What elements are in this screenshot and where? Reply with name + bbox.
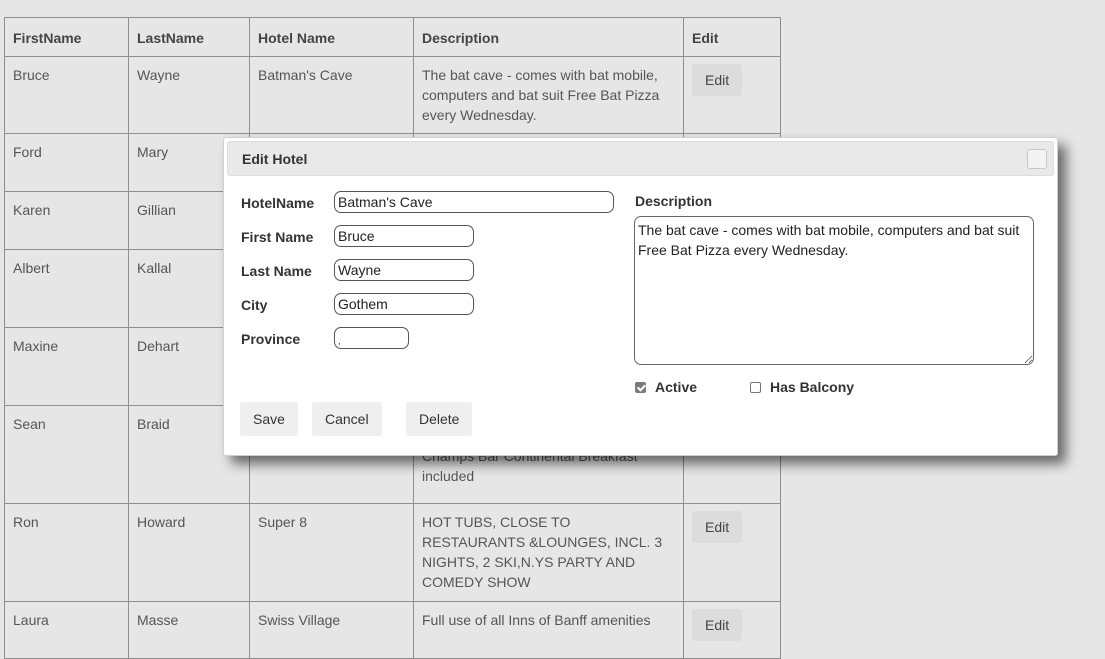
cell-hotel-name: Super 8 <box>249 503 414 602</box>
cell-firstname: Ron <box>4 503 129 602</box>
edit-button[interactable]: Edit <box>692 609 743 641</box>
table-row: Ron Howard Super 8 HOT TUBS, CLOSE TO RE… <box>4 503 781 602</box>
city-input[interactable] <box>334 293 474 315</box>
last-name-input[interactable] <box>334 259 474 281</box>
hotel-name-input[interactable] <box>334 191 614 213</box>
edit-button[interactable]: Edit <box>692 64 743 96</box>
active-checkbox-row[interactable]: Active <box>635 379 697 395</box>
header-lastname: LastName <box>128 17 250 57</box>
cell-firstname: Bruce <box>4 56 129 134</box>
cell-description: The bat cave - comes with bat mobile, co… <box>413 56 684 134</box>
edit-button[interactable]: Edit <box>692 511 743 543</box>
header-hotel-name: Hotel Name <box>249 17 414 57</box>
table-header-row: FirstName LastName Hotel Name Descriptio… <box>4 17 781 57</box>
province-label: Province <box>241 331 301 347</box>
cell-description: HOT TUBS, CLOSE TO RESTAURANTS &LOUNGES,… <box>413 503 684 602</box>
hotel-name-label: HotelName <box>241 195 315 211</box>
has-balcony-checkbox-row[interactable]: Has Balcony <box>750 379 854 395</box>
cancel-button[interactable]: Cancel <box>312 402 382 436</box>
cell-hotel-name: Swiss Village <box>249 601 414 659</box>
cell-firstname: Maxine <box>4 327 129 406</box>
dialog-title: Edit Hotel <box>242 151 308 167</box>
cell-hotel-name: Batman's Cave <box>249 56 414 134</box>
table-row: Laura Masse Swiss Village Full use of al… <box>4 601 781 659</box>
cell-lastname: Masse <box>128 601 250 659</box>
has-balcony-label: Has Balcony <box>770 379 855 395</box>
first-name-label: First Name <box>241 229 314 245</box>
dialog-header[interactable]: Edit Hotel <box>227 141 1054 176</box>
cell-firstname: Laura <box>4 601 129 659</box>
cell-firstname: Sean <box>4 405 129 504</box>
first-name-input[interactable] <box>334 225 474 247</box>
cell-description: Full use of all Inns of Banff amenities <box>413 601 684 659</box>
description-label: Description <box>635 193 713 209</box>
province-input[interactable] <box>334 327 409 349</box>
cell-firstname: Albert <box>4 249 129 328</box>
delete-button[interactable]: Delete <box>406 402 473 436</box>
cell-edit: Edit <box>683 503 781 602</box>
cell-lastname: Wayne <box>128 56 250 134</box>
cell-firstname: Karen <box>4 191 129 250</box>
close-icon[interactable] <box>1027 149 1047 169</box>
header-description: Description <box>413 17 684 57</box>
cell-firstname: Ford <box>4 133 129 192</box>
edit-hotel-dialog: Edit Hotel HotelName First Name Last Nam… <box>223 137 1058 456</box>
active-label: Active <box>655 379 698 395</box>
cell-edit: Edit <box>683 601 781 659</box>
table-row: Bruce Wayne Batman's Cave The bat cave -… <box>4 56 781 134</box>
cell-edit: Edit <box>683 56 781 134</box>
header-edit: Edit <box>683 17 781 57</box>
city-label: City <box>241 297 268 313</box>
save-button[interactable]: Save <box>240 402 298 436</box>
description-textarea[interactable]: The bat cave - comes with bat mobile, co… <box>634 216 1034 365</box>
has-balcony-checkbox[interactable] <box>750 381 761 393</box>
last-name-label: Last Name <box>241 263 312 279</box>
active-checkbox[interactable] <box>635 381 646 393</box>
cell-lastname: Howard <box>128 503 250 602</box>
header-firstname: FirstName <box>4 17 129 57</box>
